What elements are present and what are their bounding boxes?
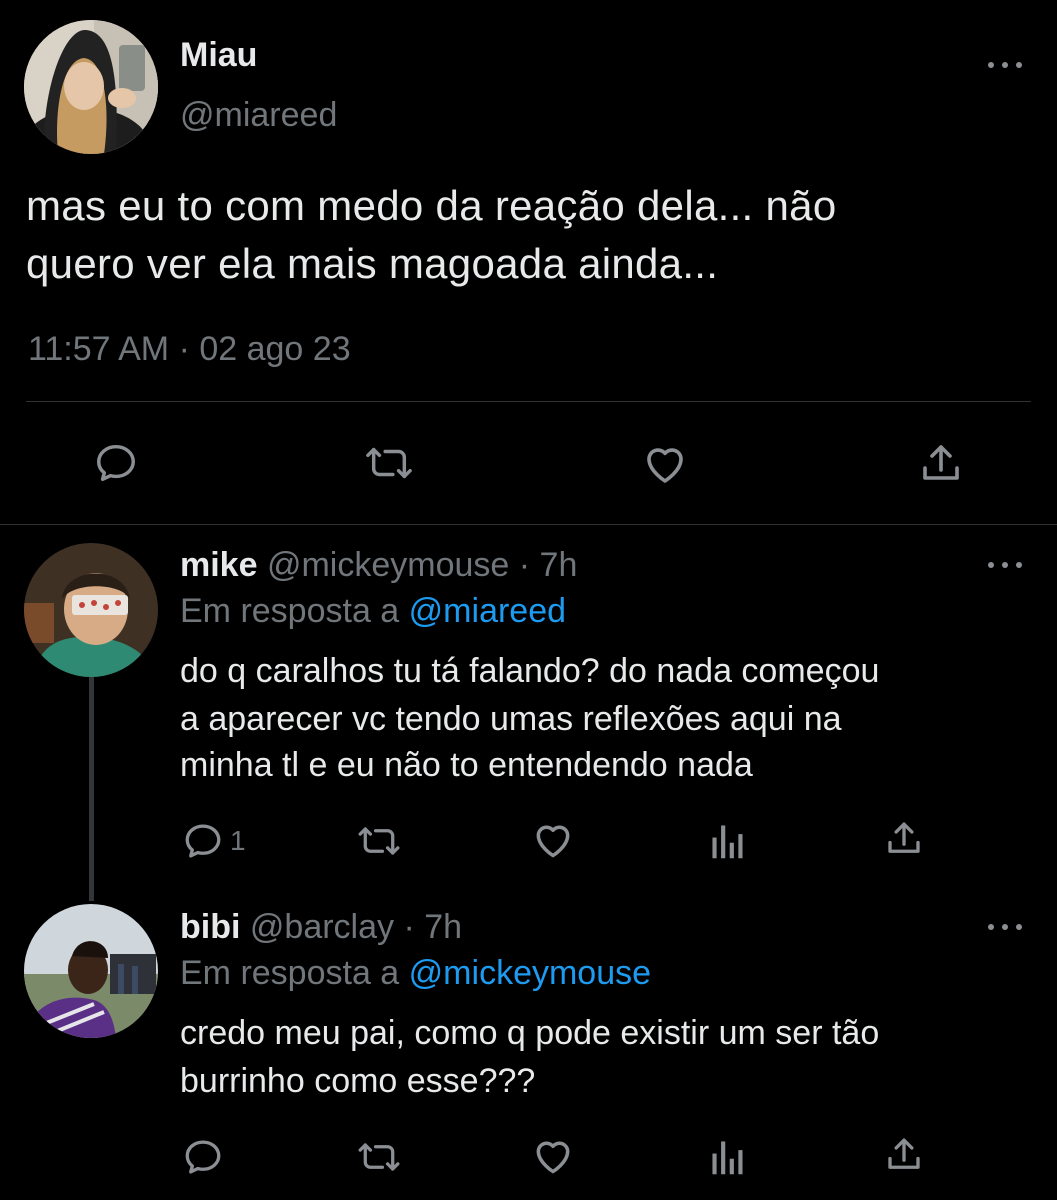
handle[interactable]: @mickeymouse — [267, 546, 509, 584]
heart-icon — [536, 825, 570, 858]
like-button[interactable] — [531, 1134, 575, 1178]
tweet-timestamp[interactable]: 11:57 AM · 02 ago 23 — [28, 330, 351, 369]
retweet-button[interactable] — [362, 440, 416, 486]
avatar-photo — [24, 904, 158, 1038]
handle[interactable]: @barclay — [250, 908, 394, 946]
like-button[interactable] — [640, 440, 690, 488]
retweet-button[interactable] — [355, 1136, 403, 1178]
speech-bubble-icon — [185, 1140, 221, 1174]
thread-line — [89, 677, 94, 901]
reply-time[interactable]: · 7h — [403, 908, 462, 946]
reply-count: 1 — [230, 825, 246, 856]
bar-chart-icon — [712, 825, 743, 859]
display-name[interactable]: Miau — [180, 36, 257, 75]
replying-to-handle-link[interactable]: @miareed — [409, 592, 566, 630]
more-dots-icon — [988, 562, 994, 568]
retweet-icon — [358, 1143, 400, 1171]
reply-text-line-2: burrinho como esse??? — [180, 1062, 536, 1100]
share-button[interactable] — [883, 818, 925, 860]
share-upload-icon — [888, 1138, 920, 1169]
reply-button[interactable] — [182, 1136, 224, 1178]
replying-to-label: Em resposta a — [180, 954, 400, 992]
replying-to-label: Em resposta a — [180, 592, 400, 630]
more-options-button[interactable] — [988, 60, 1022, 70]
more-dots-icon — [988, 924, 994, 930]
retweet-button[interactable] — [355, 820, 403, 862]
avatar-miau[interactable] — [24, 20, 158, 154]
share-upload-icon — [888, 822, 920, 853]
views-button[interactable] — [710, 1138, 746, 1176]
reply-text-line-3: minha tl e eu não to entendendo nada — [180, 746, 753, 784]
reply-header: bibi @barclay · 7h — [180, 908, 462, 947]
display-name[interactable]: bibi — [180, 908, 240, 946]
avatar-mike[interactable] — [24, 543, 158, 677]
retweet-icon — [358, 827, 400, 855]
bar-chart-icon — [712, 1141, 743, 1175]
tweet-text-line-1: mas eu to com medo da reação dela... não — [26, 182, 837, 229]
more-options-button[interactable] — [988, 560, 1022, 570]
heart-icon — [536, 1141, 570, 1174]
speech-bubble-icon — [185, 824, 221, 858]
reply-button[interactable]: 1 — [182, 820, 246, 862]
reply-text-line-1: do q caralhos tu tá falando? do nada com… — [180, 652, 880, 690]
retweet-icon — [366, 447, 412, 479]
speech-bubble-icon — [97, 444, 135, 482]
reply-text-line-2: a aparecer vc tendo umas reflexões aqui … — [180, 700, 842, 738]
divider — [26, 401, 1031, 402]
like-button[interactable] — [531, 818, 575, 862]
more-dots-icon — [988, 62, 994, 68]
avatar-bibi[interactable] — [24, 904, 158, 1038]
replying-to-handle-link[interactable]: @mickeymouse — [409, 954, 651, 992]
share-button[interactable] — [917, 440, 965, 488]
handle[interactable]: @miareed — [180, 96, 337, 135]
reply-time[interactable]: · 7h — [519, 546, 578, 584]
replying-to: Em resposta a @miareed — [180, 592, 566, 631]
share-button[interactable] — [883, 1134, 925, 1176]
avatar-photo — [24, 20, 158, 154]
more-options-button[interactable] — [988, 922, 1022, 932]
tweet-text-line-2: quero ver ela mais magoada ainda... — [26, 240, 719, 287]
views-button[interactable] — [710, 822, 746, 860]
replying-to: Em resposta a @mickeymouse — [180, 954, 651, 993]
reply-text-line-1: credo meu pai, como q pode existir um se… — [180, 1014, 880, 1052]
avatar-photo — [24, 543, 158, 677]
reply-button[interactable] — [93, 440, 139, 486]
heart-icon — [647, 448, 683, 483]
divider — [0, 524, 1057, 525]
display-name[interactable]: mike — [180, 546, 258, 584]
reply-header: mike @mickeymouse · 7h — [180, 546, 577, 585]
share-upload-icon — [923, 445, 959, 480]
